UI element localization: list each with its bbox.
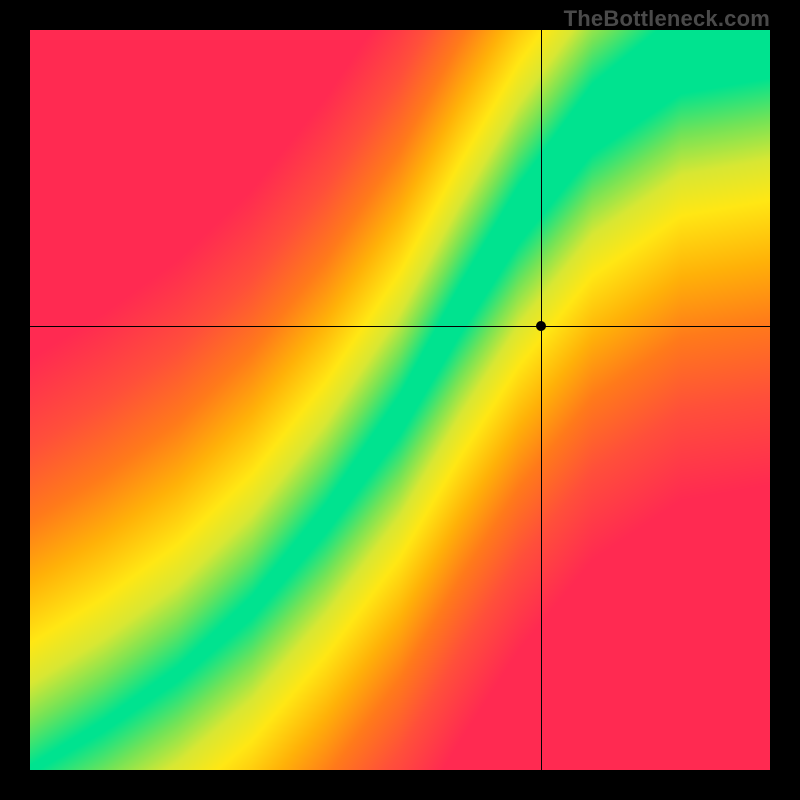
watermark-text: TheBottleneck.com (564, 6, 770, 32)
chart-frame: TheBottleneck.com (0, 0, 800, 800)
heatmap-canvas (30, 30, 770, 770)
